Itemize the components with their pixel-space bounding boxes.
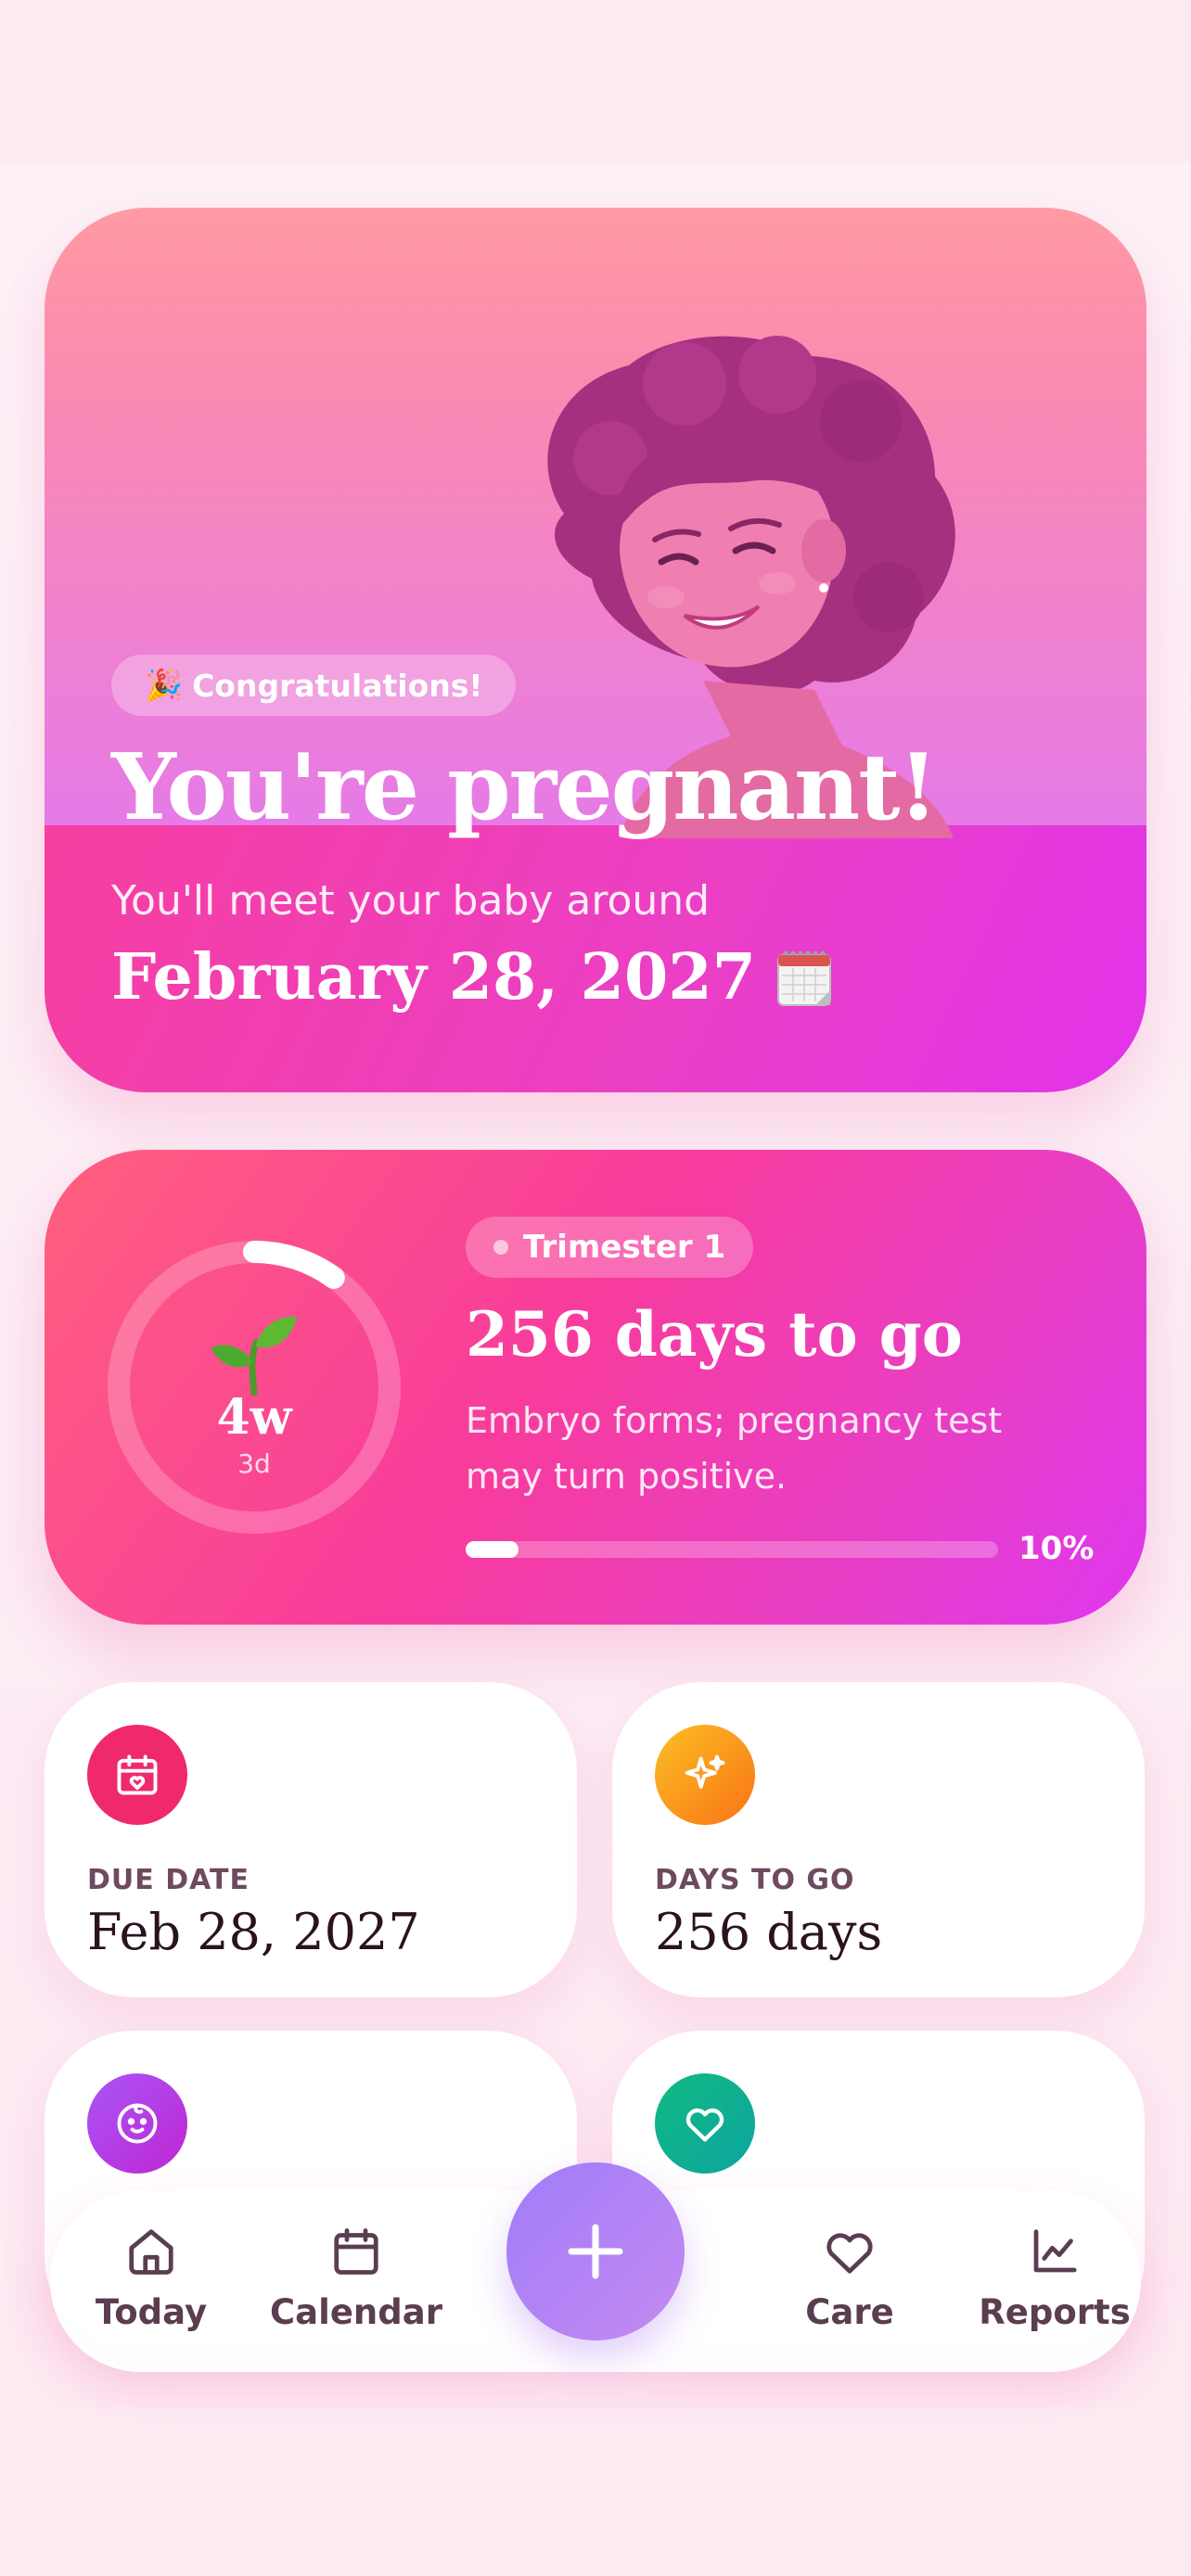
gestational-weeks: 4w <box>216 1389 292 1446</box>
tab-reports-label: Reports <box>979 2292 1131 2332</box>
heart-icon <box>655 2073 755 2174</box>
tab-reports[interactable]: Reports <box>971 2224 1138 2344</box>
sprout-icon <box>211 1316 297 1396</box>
tab-calendar-label: Calendar <box>270 2292 442 2332</box>
heart-outline-icon <box>826 2233 873 2274</box>
due-date-label: DUE DATE <box>87 1864 250 1896</box>
trimester-badge: Trimester 1 <box>466 1217 754 1278</box>
days-to-go-value: 256 days <box>655 1903 883 1961</box>
baby-icon <box>87 2073 187 2174</box>
tab-calendar[interactable]: Calendar <box>270 2224 442 2344</box>
chart-icon <box>1033 2229 1077 2273</box>
pregnancy-hero-card: 🎉 Congratulations! You're pregnant! You'… <box>45 208 1146 1092</box>
home-indicator-area <box>0 2409 1191 2576</box>
due-date-card[interactable]: DUE DATE Feb 28, 2027 <box>45 1682 577 1997</box>
calendar-icon <box>334 2228 378 2275</box>
due-date-value: Feb 28, 2027 <box>87 1903 420 1961</box>
due-date-headline: February 28, 2027 <box>111 940 834 1014</box>
pregnancy-progress-bar <box>466 1541 998 1558</box>
trimester-dot-icon <box>493 1240 508 1255</box>
tab-today-label: Today <box>95 2292 208 2332</box>
calendar-emoji-icon <box>776 950 831 1006</box>
pregnancy-progress-card[interactable]: 4w 3d Trimester 1 256 days to go Embryo … <box>45 1150 1146 1625</box>
development-description: Embryo forms; pregnancy test may turn po… <box>466 1400 1003 1497</box>
days-to-go-label: DAYS TO GO <box>655 1864 855 1896</box>
days-to-go-card[interactable]: DAYS TO GO 256 days <box>612 1682 1145 1997</box>
progress-bar-fill <box>466 1541 519 1558</box>
plus-icon <box>568 2224 623 2279</box>
congratulations-label: Congratulations! <box>192 667 483 704</box>
add-button[interactable] <box>506 2162 685 2340</box>
hero-subtitle: You'll meet your baby around <box>111 877 711 925</box>
progress-ring-arc <box>243 1241 345 1289</box>
tab-today[interactable]: Today <box>68 2224 235 2344</box>
calendar-heart-icon <box>87 1725 187 1825</box>
hero-title: You're pregnant! <box>111 734 938 841</box>
congratulations-badge: 🎉 Congratulations! <box>111 655 517 716</box>
due-date-text: February 28, 2027 <box>111 940 756 1014</box>
trimester-label: Trimester 1 <box>523 1229 726 1266</box>
progress-percent: 10% <box>1018 1530 1095 1567</box>
gestational-days: 3d <box>237 1448 271 1479</box>
party-popper-icon: 🎉 <box>145 667 184 703</box>
sparkles-icon <box>655 1725 755 1825</box>
status-bar-area <box>0 0 1191 163</box>
tab-care[interactable]: Care <box>766 2224 933 2344</box>
days-to-go-title: 256 days to go <box>466 1298 963 1371</box>
home-icon <box>129 2229 173 2275</box>
tab-care-label: Care <box>805 2292 894 2332</box>
